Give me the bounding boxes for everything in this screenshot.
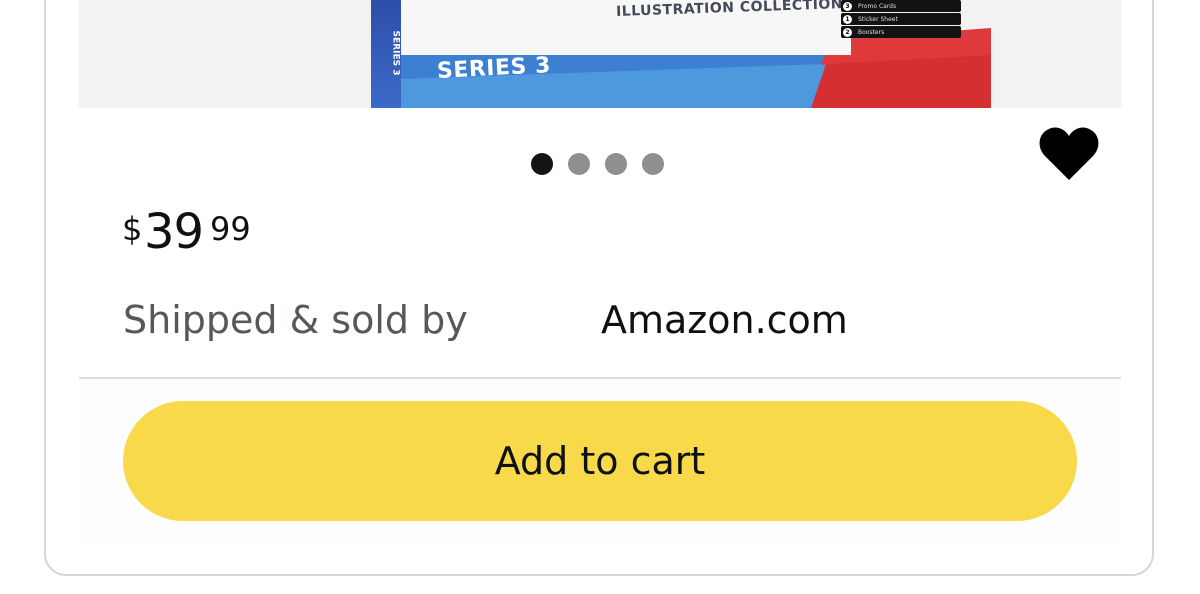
list-item: 2 Boosters <box>841 26 961 38</box>
list-item-label: Boosters <box>858 28 885 36</box>
list-item: 1 Sticker Sheet <box>841 13 961 25</box>
list-item-number: 3 <box>843 1 852 11</box>
product-contents-list: 3 Promo Cards 1 Sticker Sheet 2 Boosters <box>841 0 961 39</box>
carousel-indicator <box>531 153 664 175</box>
price-fraction: 99 <box>210 210 251 248</box>
price-currency-symbol: $ <box>122 210 143 248</box>
carousel-dot-3[interactable] <box>605 153 627 175</box>
favorite-button[interactable] <box>1039 126 1099 182</box>
carousel-dot-4[interactable] <box>642 153 664 175</box>
list-item-label: Promo Cards <box>858 2 897 10</box>
carousel-dot-1[interactable] <box>531 153 553 175</box>
price-whole: 39 <box>144 204 204 260</box>
product-spine-text: SERIES 3 <box>390 30 401 76</box>
product-image[interactable]: ILLUSTRATION COLLECTION SERIES 3 SERIES … <box>371 0 991 108</box>
seller-link[interactable]: Amazon.com <box>601 298 848 342</box>
carousel-dot-2[interactable] <box>568 153 590 175</box>
product-image-carousel[interactable]: ILLUSTRATION COLLECTION SERIES 3 SERIES … <box>79 0 1121 108</box>
add-to-cart-button[interactable]: Add to cart <box>123 401 1077 521</box>
list-item-label: Sticker Sheet <box>858 15 898 23</box>
heart-icon <box>1039 127 1099 180</box>
list-item: 3 Promo Cards <box>841 0 961 12</box>
list-item-number: 2 <box>843 27 852 37</box>
list-item-number: 1 <box>843 14 852 24</box>
shipped-sold-by-label: Shipped & sold by <box>123 298 468 342</box>
